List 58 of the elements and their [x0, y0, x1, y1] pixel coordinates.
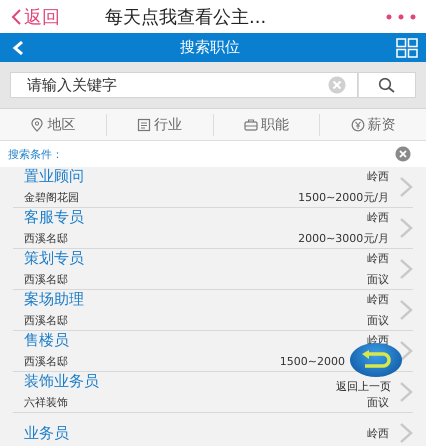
- grid-menu-icon[interactable]: [396, 38, 418, 58]
- pin-icon: [30, 118, 44, 132]
- job-location: 岭西: [367, 426, 389, 440]
- chevron-right-icon: [399, 258, 413, 280]
- company-name: 六祥装饰: [24, 395, 68, 410]
- job-title: 业务员: [24, 424, 69, 442]
- job-title: 案场助理: [24, 290, 84, 309]
- job-location: 岭西: [367, 169, 389, 184]
- chevron-right-icon: [399, 422, 413, 444]
- job-title: 策划专员: [24, 249, 84, 268]
- company-name: 西溪名邸: [24, 313, 68, 328]
- document-icon: [137, 118, 152, 132]
- job-location: 岭西: [367, 210, 389, 225]
- floating-back-label: 返回上一页: [336, 379, 391, 394]
- job-title: 客服专员: [24, 208, 84, 227]
- filter-tab[interactable]: 地区: [0, 114, 107, 136]
- search-field[interactable]: 请输入关键字: [10, 72, 358, 98]
- search-icon: [378, 77, 396, 93]
- job-list-item[interactable]: 置业顾问 岭西 金碧阁花园 1500~2000元/月: [13, 167, 413, 208]
- job-title: 置业顾问: [24, 167, 84, 186]
- filter-tab[interactable]: 职能: [214, 114, 320, 136]
- job-title: 装饰业务员: [24, 372, 99, 391]
- search-conditions-label: 搜索条件：: [8, 146, 63, 162]
- filter-tab[interactable]: 薪资: [320, 114, 426, 136]
- chevron-right-icon: [399, 299, 413, 321]
- yen-icon: [350, 118, 365, 132]
- company-name: 西溪名邸: [24, 354, 68, 369]
- salary: 1500~2000元/月: [298, 190, 389, 205]
- briefcase-icon: [244, 118, 258, 132]
- back-icon[interactable]: [12, 40, 24, 56]
- job-location: 岭西: [367, 292, 389, 307]
- job-title: 售楼员: [24, 331, 69, 350]
- salary: 面议: [367, 395, 389, 410]
- company-name: 西溪名邸: [24, 231, 68, 246]
- salary: 面议: [367, 313, 389, 328]
- salary: 面议: [367, 272, 389, 287]
- chevron-right-icon: [399, 340, 413, 362]
- job-list-item[interactable]: 策划专员 岭西 西溪名邸 面议: [13, 249, 413, 290]
- more-icon[interactable]: [386, 14, 416, 20]
- job-list-item[interactable]: 业务员 岭西: [13, 413, 413, 446]
- back-chevron-icon: [10, 8, 22, 26]
- job-list-item[interactable]: 客服专员 岭西 西溪名邸 2000~3000元/月: [13, 208, 413, 249]
- chevron-right-icon: [399, 217, 413, 239]
- job-list-item[interactable]: 案场助理 岭西 西溪名邸 面议: [13, 290, 413, 331]
- filter-tab[interactable]: 行业: [106, 114, 214, 136]
- floating-back-button[interactable]: [350, 343, 402, 377]
- salary: 1500~2000: [280, 355, 345, 368]
- chevron-right-icon: [399, 176, 413, 198]
- company-name: 西溪名邸: [24, 272, 68, 287]
- job-location: 岭西: [367, 251, 389, 266]
- search-button[interactable]: [358, 72, 416, 98]
- back-button[interactable]: 返回: [10, 4, 105, 28]
- chevron-right-icon: [399, 381, 413, 403]
- salary: 2000~3000元/月: [298, 231, 389, 246]
- clear-conditions-icon[interactable]: [394, 146, 412, 162]
- screen-title: 搜索职位: [180, 38, 240, 57]
- company-name: 金碧阁花园: [24, 190, 79, 205]
- page-title: 每天点我查看公主...: [105, 6, 268, 28]
